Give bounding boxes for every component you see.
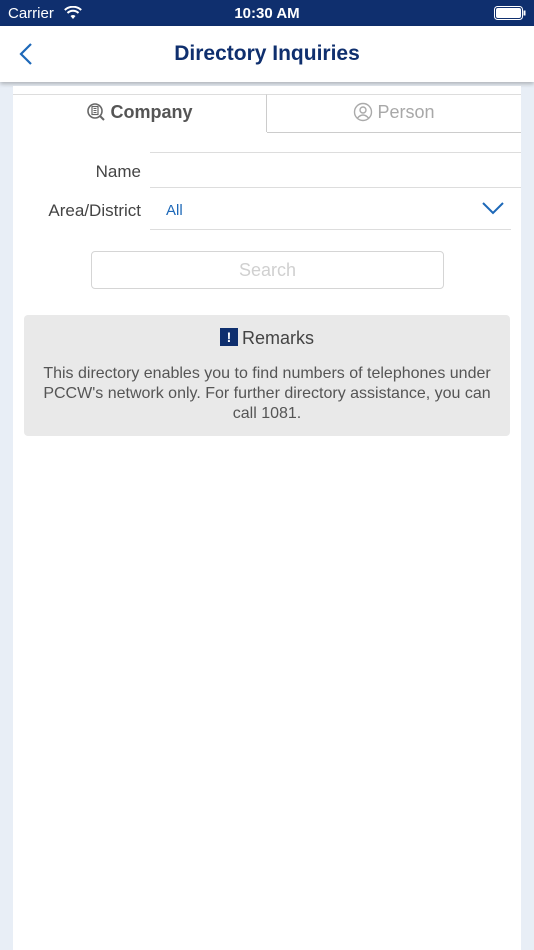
building-search-icon — [87, 103, 106, 121]
remarks-text: This directory enables you to find numbe… — [43, 365, 491, 422]
status-bar: Carrier 10:30 AM — [0, 0, 534, 26]
person-icon — [354, 103, 373, 122]
area-district-select[interactable]: All — [150, 190, 511, 230]
chevron-down-icon — [482, 202, 504, 215]
nav-bar: Directory Inquiries — [0, 26, 534, 82]
chevron-left-icon — [19, 43, 32, 65]
alert-icon: ! — [219, 328, 238, 346]
tab-company-label: Company — [110, 101, 193, 122]
area-district-label: Area/District — [48, 201, 141, 220]
main-content: Company Person Name Area/District All Se… — [13, 86, 521, 950]
tab-bar: Company Person — [13, 94, 521, 133]
carrier-label: Carrier — [8, 5, 54, 22]
back-button[interactable] — [14, 40, 42, 68]
search-button[interactable]: Search — [91, 251, 444, 289]
wifi-icon — [64, 6, 82, 19]
area-district-value: All — [166, 202, 183, 219]
remarks-panel: ! Remarks This directory enables you to f… — [24, 315, 510, 436]
remarks-header: ! Remarks — [24, 328, 510, 349]
battery-icon — [494, 6, 526, 20]
tab-person[interactable]: Person — [267, 94, 521, 133]
page-title: Directory Inquiries — [174, 42, 360, 65]
name-input[interactable] — [150, 152, 521, 188]
remarks-title: Remarks — [241, 328, 314, 348]
tab-company[interactable]: Company — [13, 94, 267, 132]
name-label: Name — [95, 162, 141, 181]
tab-person-label: Person — [377, 101, 435, 122]
